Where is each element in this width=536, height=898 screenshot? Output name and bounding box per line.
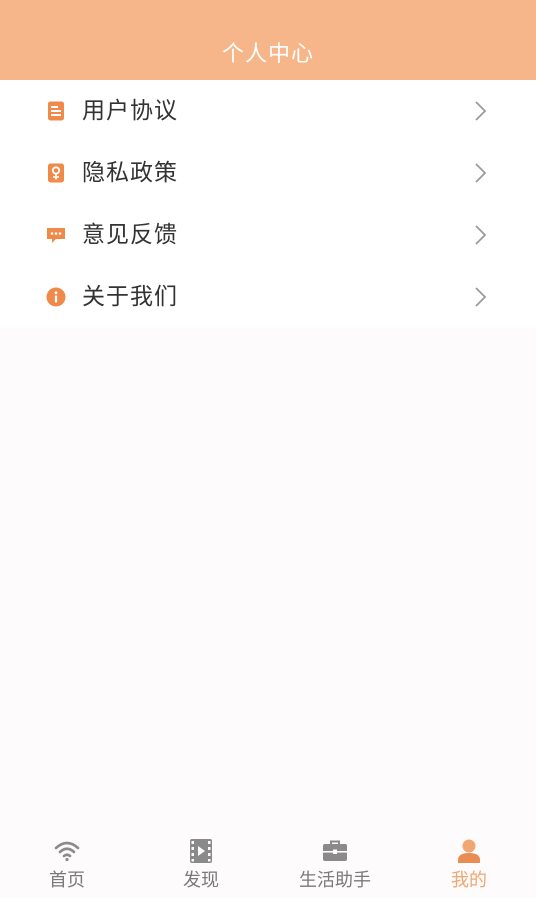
menu-item-label: 关于我们 xyxy=(82,284,178,310)
document-icon xyxy=(46,101,66,121)
menu-item-label: 隐私政策 xyxy=(82,160,178,186)
tab-mine[interactable]: 我的 xyxy=(402,828,536,898)
menu-item-label: 用户协议 xyxy=(82,98,178,124)
menu-item-about-us[interactable]: 关于我们 xyxy=(0,266,536,328)
info-icon xyxy=(46,287,66,307)
tab-label: 发现 xyxy=(183,870,219,891)
chevron-right-icon xyxy=(472,100,488,122)
tab-label: 首页 xyxy=(49,870,85,891)
menu-item-privacy-policy[interactable]: 隐私政策 xyxy=(0,142,536,204)
tab-discover[interactable]: 发现 xyxy=(134,828,268,898)
tab-life-assistant[interactable]: 生活助手 xyxy=(268,828,402,898)
menu-item-feedback[interactable]: 意见反馈 xyxy=(0,204,536,266)
settings-menu: 用户协议 隐私政策 意见反馈 关于我们 xyxy=(0,80,536,328)
page-title: 个人中心 xyxy=(221,42,314,67)
menu-item-user-agreement[interactable]: 用户协议 xyxy=(0,80,536,142)
tab-home[interactable]: 首页 xyxy=(0,828,134,898)
tab-label: 生活助手 xyxy=(299,870,371,891)
tab-label: 我的 xyxy=(451,870,487,891)
message-icon xyxy=(46,225,66,245)
film-icon xyxy=(188,838,214,864)
chevron-right-icon xyxy=(472,162,488,184)
chevron-right-icon xyxy=(472,224,488,246)
privacy-icon xyxy=(46,163,66,183)
app-screen: 个人中心 用户协议 隐私政策 意见反馈 关于我们 首页 发现 生活助手 我的 xyxy=(0,0,536,898)
menu-item-label: 意见反馈 xyxy=(82,222,178,248)
wifi-icon xyxy=(54,838,80,864)
bottom-tab-bar: 首页 发现 生活助手 我的 xyxy=(0,828,536,898)
user-icon xyxy=(456,838,482,864)
chevron-right-icon xyxy=(472,286,488,308)
briefcase-icon xyxy=(322,838,348,864)
header-bar: 个人中心 xyxy=(0,0,536,80)
